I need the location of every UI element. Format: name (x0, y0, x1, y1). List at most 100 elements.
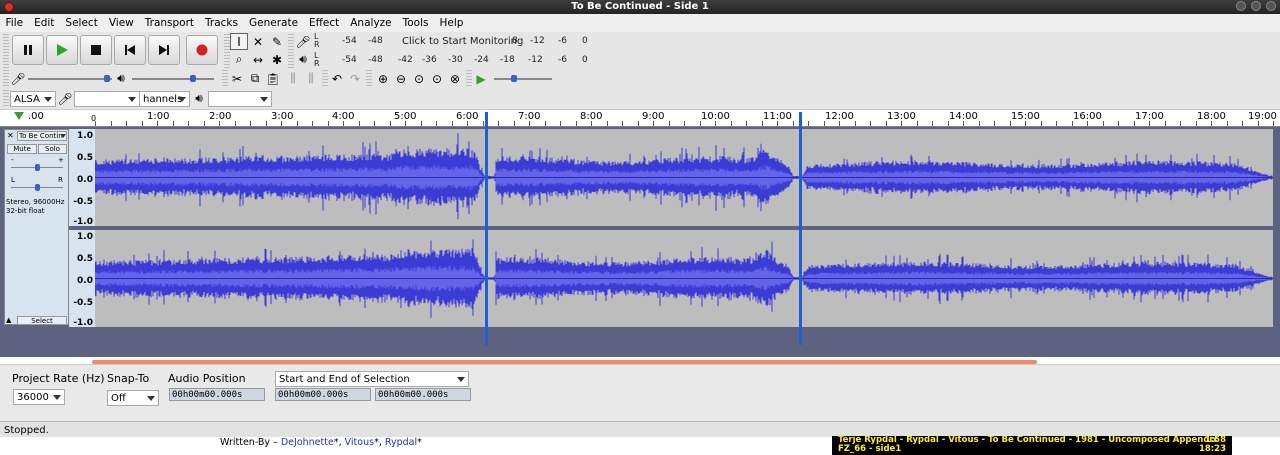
magnifier-icon: ⌕ (235, 52, 243, 66)
play-meter-button[interactable]: 🔊︎ (294, 51, 312, 68)
skip-to-start-button[interactable] (114, 35, 146, 65)
project-rate-select[interactable]: 36000 (13, 389, 65, 405)
trim-button[interactable]: ⫼ (284, 70, 302, 87)
menu-effect[interactable]: Effect (304, 17, 345, 29)
toolbar-grip[interactable] (366, 70, 372, 86)
pause-button[interactable] (12, 35, 44, 65)
menu-tracks[interactable]: Tracks (200, 17, 244, 29)
multi-tool[interactable]: ✱ (268, 51, 286, 68)
status-text: Stopped. (4, 425, 49, 436)
selection-start-line[interactable] (485, 112, 488, 345)
pause-icon (24, 45, 32, 55)
waveform-channel-1[interactable] (94, 129, 1273, 226)
menu-generate[interactable]: Generate (243, 17, 303, 29)
close-track-icon[interactable]: ✕ (7, 132, 15, 140)
recording-channels-select[interactable]: hannels (140, 91, 190, 107)
recording-device-select[interactable] (74, 91, 140, 107)
play-icon (57, 44, 68, 56)
timeshift-icon: ↔ (252, 52, 264, 67)
window-title: To Be Continued - Side 1 (571, 1, 709, 12)
audio-position-field[interactable]: 00h00m00.000s (169, 388, 265, 401)
undo-button[interactable]: ↶ (328, 70, 346, 87)
skip-to-end-button[interactable] (148, 35, 180, 65)
record-button[interactable] (186, 35, 218, 65)
zoom-in-button[interactable]: ⊕ (374, 70, 392, 87)
now-playing-panel: Terje Rypdal - Rypdal - Vitous - To Be C… (832, 436, 1232, 455)
zoom-out-button[interactable]: ⊖ (392, 70, 410, 87)
selection-start-field[interactable]: 00h00m00.000s (275, 388, 371, 401)
cut-button[interactable]: ✂ (228, 70, 246, 87)
playback-volume-slider[interactable] (132, 74, 214, 84)
snap-to-select[interactable]: Off (107, 390, 159, 406)
paste-button[interactable]: 📋︎ (264, 70, 282, 87)
play-at-speed-button[interactable]: ▶ (472, 70, 490, 87)
redo-icon: ↷ (349, 71, 361, 86)
menu-transport[interactable]: Transport (139, 17, 199, 29)
track-control-panel: ✕ To Be Contin Mute Solo - + L R Stereo,… (4, 129, 69, 325)
record-icon (196, 44, 208, 56)
record-meter-button[interactable]: 🎤︎ (294, 33, 312, 50)
redo-button[interactable]: ↷ (346, 70, 364, 87)
mute-button[interactable]: Mute (7, 144, 37, 154)
solo-button[interactable]: Solo (38, 144, 67, 154)
start-monitoring-prompt[interactable]: Click to Start Monitoring (402, 36, 523, 47)
play-head-icon (14, 112, 24, 120)
menu-select[interactable]: Select (60, 17, 103, 29)
menu-view[interactable]: View (103, 17, 139, 29)
timeline-ruler[interactable]: 0 .00 1:00 2:00 3:00 4:00 5:00 6:00 7:00… (0, 110, 1280, 127)
envelope-icon: ✕ (252, 34, 264, 49)
snap-to-label: Snap-To (107, 372, 150, 385)
selection-end-field[interactable]: 00h00m00.000s (375, 388, 471, 401)
menu-file[interactable]: File (0, 17, 29, 29)
menu-edit[interactable]: Edit (29, 17, 60, 29)
track-area[interactable]: ✕ To Be Contin Mute Solo - + L R Stereo,… (0, 127, 1280, 357)
record-meter[interactable]: L R -54 -48 Click to Start Monitoring 8 … (314, 32, 594, 49)
envelope-tool[interactable]: ✕ (249, 33, 267, 50)
playback-meter[interactable]: L R -54 -48 -42 -36 -30 -24 -18 -12 -6 0 (314, 51, 594, 68)
minimize-button[interactable] (1236, 1, 1246, 11)
timeshift-tool[interactable]: ↔ (249, 51, 267, 68)
now-playing-total: 18:23 (1198, 444, 1226, 454)
selection-mode-select[interactable]: Start and End of Selection (275, 371, 469, 387)
gain-slider[interactable] (11, 163, 63, 173)
credit-link-rypdal[interactable]: Rypdal (385, 437, 417, 448)
play-at-speed-slider[interactable] (494, 74, 552, 84)
silence-icon: ⫼ (308, 71, 314, 85)
play-button[interactable] (46, 35, 78, 65)
menu-tools[interactable]: Tools (397, 17, 434, 29)
zoom-toggle-button[interactable]: ⊗ (446, 70, 464, 87)
selection-end-line[interactable] (799, 112, 802, 345)
select-track-button[interactable]: Select (17, 316, 67, 325)
zoom-tool[interactable]: ⌕ (230, 51, 248, 68)
playback-device-select[interactable] (208, 91, 272, 107)
zoom-in-icon: ⊕ (377, 71, 389, 86)
credit-link-dejohnette[interactable]: DeJohnette (281, 437, 334, 448)
zoom-out-icon: ⊖ (395, 71, 407, 86)
credits-line: Written-By – DeJohnette*, Vitous*, Rypda… (220, 437, 422, 448)
silence-button[interactable]: ⫼ (302, 70, 320, 87)
speaker-volume-icon: 🔊︎ (117, 71, 125, 85)
audio-host-select[interactable]: ALSA (10, 91, 56, 107)
waveform-channel-2[interactable] (94, 230, 1273, 327)
collapse-track-icon[interactable]: ▲ (6, 316, 16, 325)
skip-end-icon (159, 45, 169, 55)
selection-toolbar: Project Rate (Hz) 36000 Snap-To Off Audi… (0, 364, 1280, 421)
stop-icon (91, 45, 101, 55)
menu-analyze[interactable]: Analyze (345, 17, 397, 29)
toolbar-grip[interactable] (3, 90, 9, 106)
fit-project-icon: ⊙ (431, 71, 443, 86)
fit-project-button[interactable]: ⊙ (428, 70, 446, 87)
maximize-button[interactable] (1251, 1, 1261, 11)
draw-tool[interactable]: ✎ (268, 33, 286, 50)
copy-button[interactable]: ⧉ (246, 70, 264, 87)
close-button[interactable] (1266, 1, 1276, 11)
menu-help[interactable]: Help (434, 17, 469, 29)
channel-2-scale: 1.0 0.5 0.0 -0.5 -1.0 (69, 230, 95, 328)
recording-volume-slider[interactable] (28, 74, 112, 84)
fit-selection-button[interactable]: ⊙ (410, 70, 428, 87)
toolbar-grip[interactable] (3, 34, 9, 68)
selection-tool[interactable]: I (230, 33, 248, 50)
stop-button[interactable] (80, 35, 112, 65)
pan-slider[interactable] (11, 183, 63, 193)
credit-link-vitous[interactable]: Vitous (345, 437, 374, 448)
